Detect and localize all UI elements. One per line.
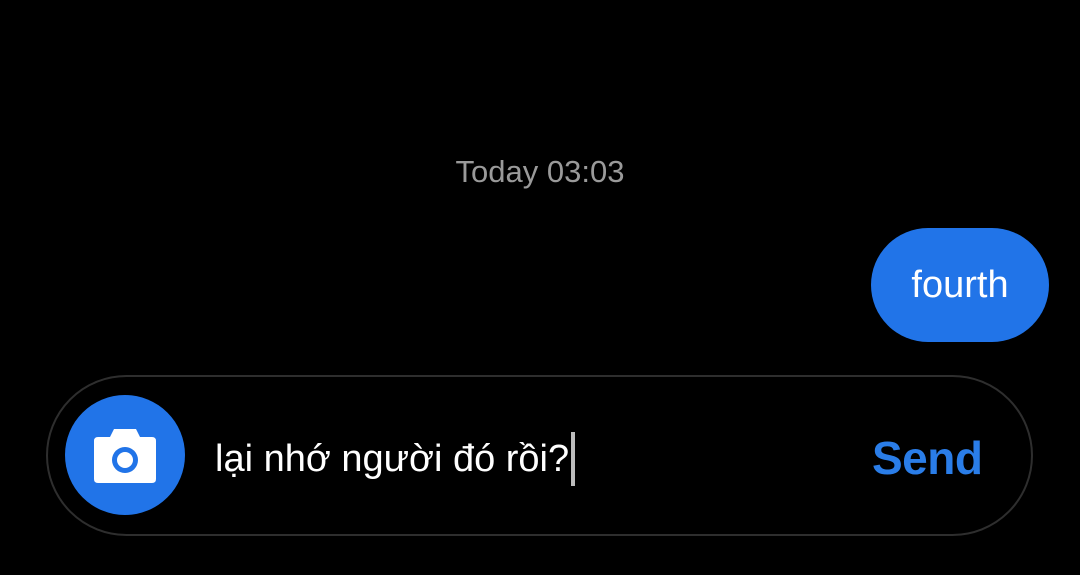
send-button[interactable]: Send bbox=[872, 430, 983, 486]
message-input-text: lại nhớ người đó rồi? bbox=[215, 438, 570, 480]
camera-button[interactable] bbox=[65, 395, 185, 515]
message-input[interactable]: lại nhớ người đó rồi? bbox=[215, 432, 576, 486]
camera-icon bbox=[92, 425, 158, 485]
sent-message-bubble[interactable]: fourth bbox=[871, 228, 1049, 342]
message-thread-screen: Today 03:03 fourth lại nhớ người đó rồi?… bbox=[0, 0, 1080, 575]
message-timestamp: Today 03:03 bbox=[455, 154, 625, 189]
text-cursor bbox=[571, 432, 576, 486]
